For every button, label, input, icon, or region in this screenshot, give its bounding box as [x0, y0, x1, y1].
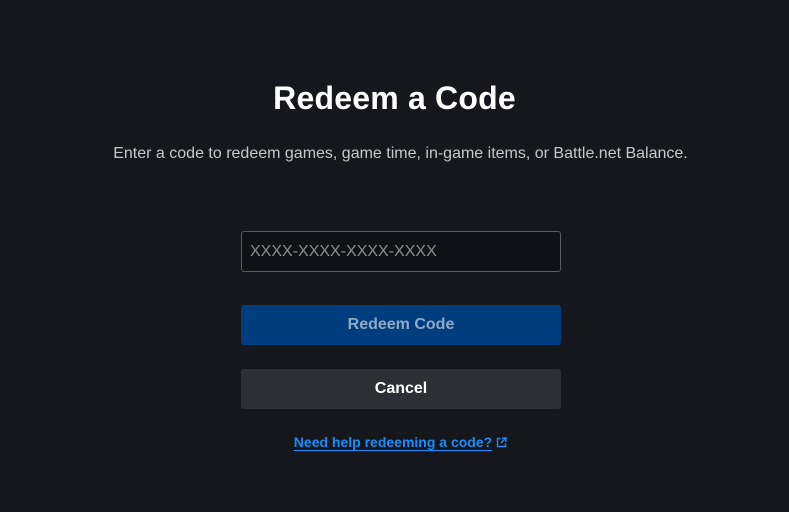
help-redeem-link[interactable]: Need help redeeming a code?	[294, 434, 492, 450]
cancel-button[interactable]: Cancel	[241, 369, 561, 409]
help-redeem-link-label: Need help redeeming a code?	[293, 434, 493, 450]
redeem-code-button[interactable]: Redeem Code	[241, 305, 561, 345]
external-link-icon	[496, 435, 507, 451]
redeem-code-page: Redeem a Code Enter a code to redeem gam…	[0, 0, 789, 512]
help-link-container: Need help redeeming a code?	[0, 434, 789, 451]
code-input[interactable]	[241, 231, 561, 272]
page-title: Redeem a Code	[273, 80, 516, 116]
page-description: Enter a code to redeem games, game time,…	[113, 145, 688, 162]
